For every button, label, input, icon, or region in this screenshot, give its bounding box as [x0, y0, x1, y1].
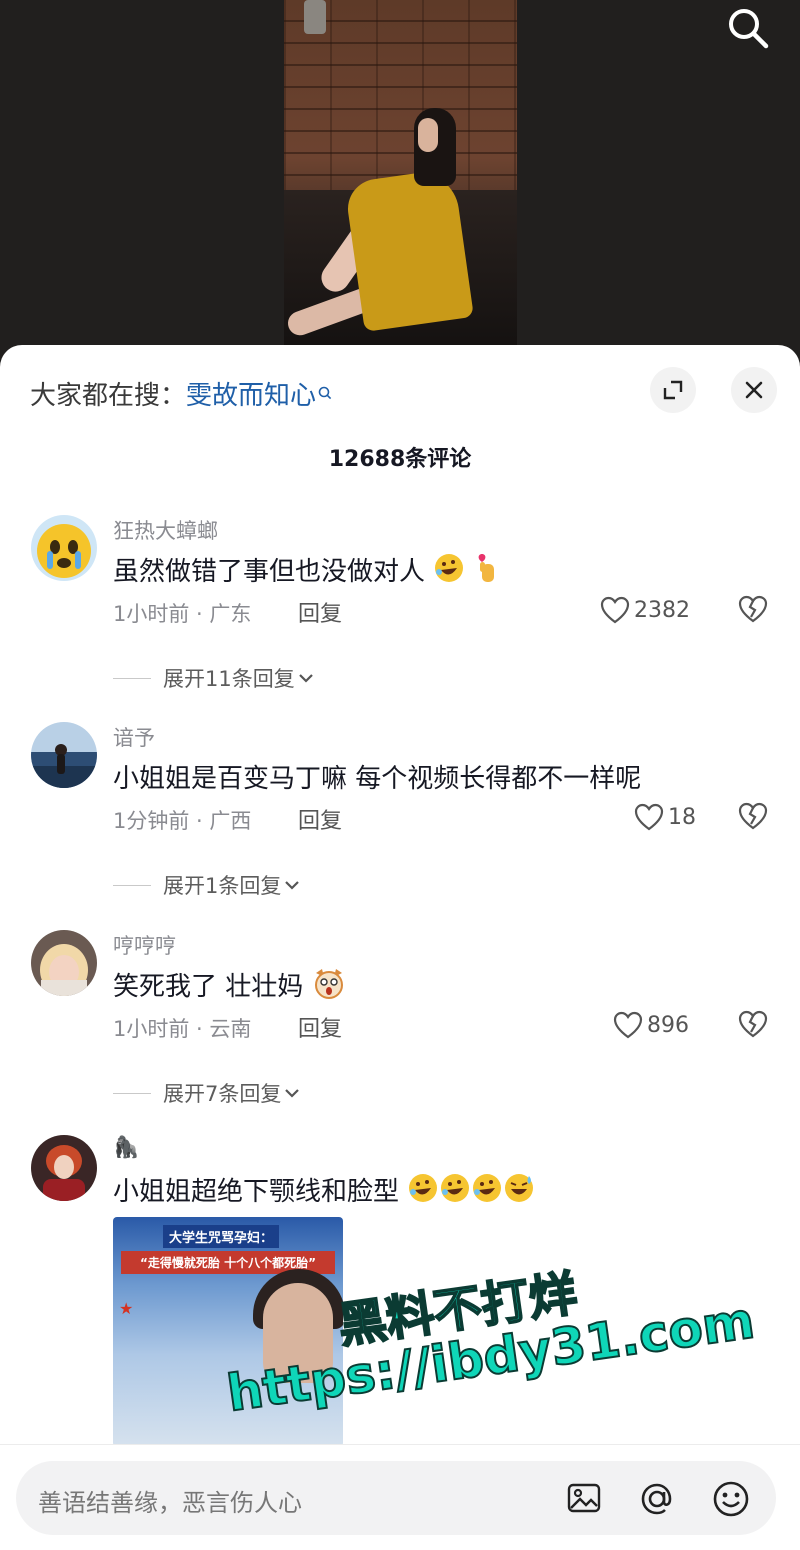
like-button[interactable]: 896: [613, 1010, 689, 1040]
expand-button[interactable]: [650, 367, 696, 413]
comment-username[interactable]: 🦍: [113, 1135, 139, 1160]
image-person-face: [263, 1283, 333, 1383]
comment-location: 广东: [209, 602, 252, 626]
broken-heart-icon: [738, 802, 768, 830]
comment-input-bar: 善语结善缘，恶言伤人心: [0, 1444, 800, 1550]
dislike-button[interactable]: [738, 595, 768, 627]
expand-replies-button[interactable]: 展开1条回复: [113, 870, 303, 900]
comment-image[interactable]: 大学生咒骂孕妇： “走得慢就死胎 十个八个都死胎” ★: [113, 1217, 343, 1447]
video-frame[interactable]: [284, 0, 517, 352]
shocked-dog-emoji: [312, 967, 346, 1006]
rofl-emoji: [471, 1172, 503, 1211]
avatar[interactable]: [31, 722, 97, 788]
mention-icon[interactable]: [638, 1480, 676, 1522]
comment-text: 虽然做错了事但也没做对人: [113, 551, 502, 591]
comment-body: 笑死我了 壮壮妈: [113, 972, 304, 1002]
chevron-down-icon: [285, 881, 300, 890]
comment-time: 1分钟前: [113, 809, 190, 833]
rofl-emoji: [407, 1172, 439, 1211]
broken-heart-icon: [738, 595, 768, 623]
comment-input[interactable]: 善语结善缘，恶言伤人心: [16, 1461, 776, 1535]
reply-button[interactable]: 回复: [298, 596, 342, 628]
like-button[interactable]: 2382: [600, 595, 690, 625]
divider: [113, 884, 151, 886]
expand-replies-button[interactable]: 展开11条回复: [113, 663, 317, 693]
finger-heart-emoji: [474, 552, 502, 591]
comment-text: 小姐姐是百变马丁嘛 每个视频长得都不一样呢: [113, 758, 641, 795]
comment-location: 广西: [209, 809, 252, 833]
reply-button[interactable]: 回复: [298, 803, 342, 835]
like-count: 2382: [634, 597, 690, 623]
chevron-down-icon: [298, 674, 313, 683]
rofl-emoji: [433, 552, 465, 591]
comment-meta: 1小时前 · 广东: [113, 602, 252, 626]
dislike-button[interactable]: [738, 1010, 768, 1042]
search-icon[interactable]: [726, 6, 770, 50]
search-suggestion-prefix: 大家都在搜：: [30, 381, 187, 411]
close-button[interactable]: [731, 367, 777, 413]
divider: [113, 677, 151, 679]
watermark-line1: 黑料不打烊: [334, 1265, 581, 1356]
sweat-laugh-emoji: [503, 1172, 535, 1211]
image-picker-icon[interactable]: [566, 1480, 602, 1520]
person-face: [418, 118, 438, 152]
wall-lamp: [304, 0, 326, 34]
emoji-icon[interactable]: [712, 1480, 750, 1522]
avatar[interactable]: [31, 515, 97, 581]
comment-username[interactable]: 狂热大蟑螂: [113, 515, 218, 545]
search-suggestion-keyword[interactable]: 雯故而知心: [186, 381, 316, 411]
comment-text: 小姐姐超绝下颚线和脸型: [113, 1171, 535, 1211]
comment-time: 1小时前: [113, 602, 190, 626]
comment-time: 1小时前: [113, 1017, 190, 1041]
comment-count-title: 12688条评论: [328, 447, 472, 472]
heart-icon: [634, 803, 664, 831]
avatar[interactable]: [31, 1135, 97, 1201]
comment-username[interactable]: 谙予: [113, 722, 155, 752]
video-player[interactable]: [0, 0, 800, 360]
divider: [113, 1092, 151, 1094]
like-button[interactable]: 18: [634, 802, 696, 832]
broken-heart-icon: [738, 1010, 768, 1038]
like-count: 18: [668, 804, 696, 830]
expand-replies-label: 展开1条回复: [163, 874, 282, 898]
comment-location: 云南: [209, 1017, 252, 1041]
reply-button[interactable]: 回复: [298, 1011, 342, 1043]
close-icon: [745, 381, 763, 399]
heart-icon: [613, 1011, 643, 1039]
search-suggestion: 大家都在搜：雯故而知心: [30, 375, 332, 412]
star-icon: ★: [119, 1299, 134, 1318]
like-count: 896: [647, 1012, 689, 1038]
avatar[interactable]: [31, 930, 97, 996]
comment-body: 小姐姐是百变马丁嘛 每个视频长得都不一样呢: [113, 764, 642, 794]
image-banner-text: 大学生咒骂孕妇：: [163, 1225, 280, 1248]
heart-icon: [600, 596, 630, 624]
comment-input-placeholder[interactable]: 善语结善缘，恶言伤人心: [38, 1483, 302, 1518]
expand-replies-button[interactable]: 展开7条回复: [113, 1078, 303, 1108]
chevron-down-icon: [285, 1089, 300, 1098]
comment-sheet: 大家都在搜：雯故而知心 12688条评论 狂热大蟑螂 虽然做错了事但也没做对人 …: [0, 345, 800, 1549]
comment-body: 小姐姐超绝下颚线和脸型: [113, 1177, 400, 1207]
expand-replies-label: 展开11条回复: [163, 667, 295, 691]
comment-meta: 1小时前 · 云南: [113, 1017, 252, 1041]
dislike-button[interactable]: [738, 802, 768, 834]
expand-icon: [663, 380, 683, 400]
comment-meta: 1分钟前 · 广西: [113, 809, 252, 833]
comment-text: 笑死我了 壮壮妈: [113, 966, 346, 1006]
expand-replies-label: 展开7条回复: [163, 1082, 282, 1106]
rofl-emoji: [439, 1172, 471, 1211]
comment-body: 虽然做错了事但也没做对人: [113, 557, 426, 587]
search-icon[interactable]: [318, 377, 332, 407]
comment-username[interactable]: 哼哼哼: [113, 930, 176, 960]
